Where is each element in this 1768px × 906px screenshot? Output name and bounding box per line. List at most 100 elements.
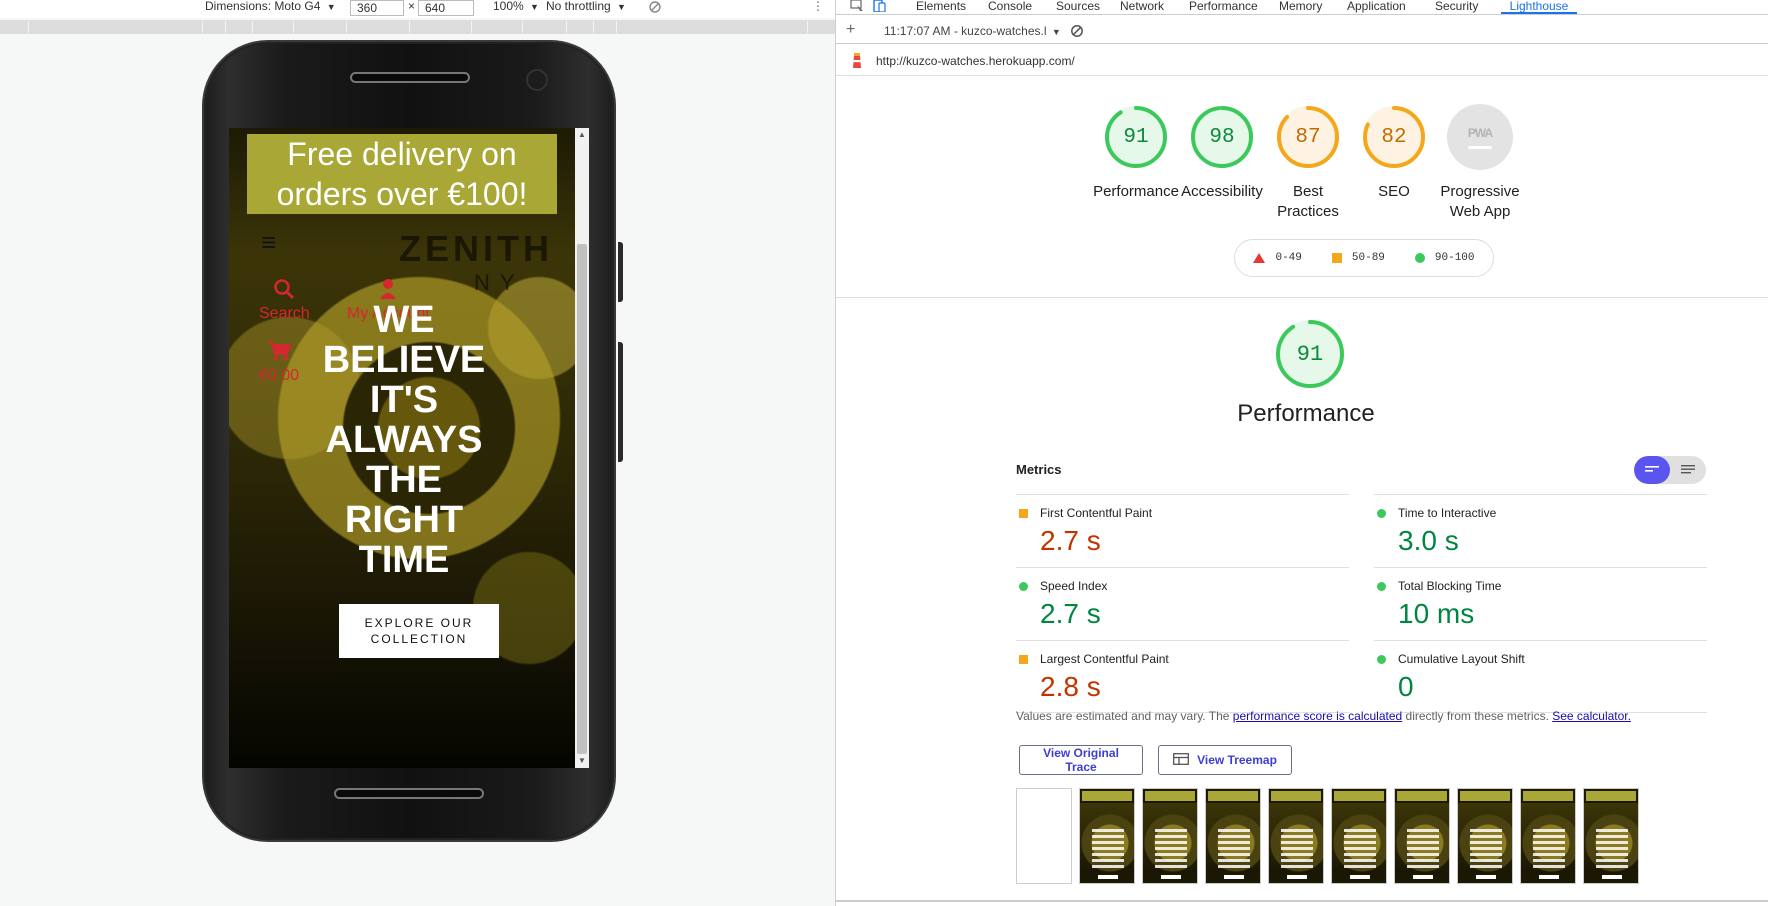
width-input[interactable] [350,0,404,16]
gauge-label: Progressive Web App [1440,183,1520,220]
device-emulation-pane: Dimensions: Moto G4 ▼ × 100% ▼ No thrott… [0,0,835,906]
device-selector[interactable]: Dimensions: Moto G4 ▼ [205,0,336,16]
metrics-view-toggle[interactable] [1634,456,1706,484]
fail-triangle-icon [1253,253,1266,263]
frame-btn [1476,875,1496,879]
gauge-progressive-web-app[interactable]: PWA Progressive Web App [1420,104,1540,222]
pass-circle-icon [1377,509,1386,518]
legend-fail-range: 0-49 [1275,252,1302,264]
new-report-plus-icon[interactable]: + [846,22,855,38]
clear-all-icon[interactable] [1070,24,1084,38]
screen-root: Dimensions: Moto G4 ▼ × 100% ▼ No thrott… [0,0,1768,906]
frame-btn [1539,875,1559,879]
frame-btn [1350,875,1370,879]
background-watch-brand-mark: ZENITH [399,228,553,269]
pass-circle-icon [1377,655,1386,664]
tab-application[interactable]: Application [1347,0,1406,14]
ruler-tick [522,21,523,33]
gauge-score: 82 [1381,125,1407,149]
rotate-icon[interactable] [648,0,662,14]
ruler-tick [28,21,29,33]
chevron-down-icon: ▼ [326,2,336,12]
legend-pass: 90-100 [1414,252,1475,264]
lighthouse-report: 91 Performance 98 Accessibility 87 Best Pract… [836,76,1768,906]
search-link[interactable]: Search [259,278,310,323]
average-square-icon [1019,655,1028,664]
performance-gauge-large[interactable]: 91 [1274,318,1346,393]
metric-value: 2.7 s [1040,598,1101,629]
gauge-score: 87 [1295,125,1321,149]
ruler-tick [807,21,808,33]
frame-text [1344,829,1376,869]
inspect-element-icon[interactable] [850,0,864,12]
shopping-cart-icon [267,340,292,367]
device-toolbar-icon[interactable] [872,0,886,13]
metric-name: First Contentful Paint [1040,506,1153,520]
media-query-ruler[interactable] [0,20,835,34]
view-original-trace-button[interactable]: View Original Trace [1019,745,1143,775]
tab-console[interactable]: Console [988,0,1032,14]
explore-collection-button[interactable]: EXPLORE OUR COLLECTION [339,604,499,658]
average-square-icon [1019,509,1028,518]
tab-network[interactable]: Network [1120,0,1164,14]
more-options-icon[interactable]: ⋮ [812,0,824,16]
frame-promo [1586,791,1636,801]
compact-view-icon[interactable] [1634,456,1670,484]
frame-btn [1224,875,1244,879]
ruler-tick [409,21,410,33]
front-camera [526,69,548,91]
device-selector-label: Dimensions: Moto G4 [205,0,321,13]
legend-average-range: 50-89 [1351,252,1385,264]
site-scrollbar[interactable]: ▲ ▼ [575,128,589,768]
frame-promo [1460,791,1510,801]
tab-sources[interactable]: Sources [1056,0,1100,14]
report-url-link[interactable]: http://kuzco-watches.herokuapp.com/ [876,54,1075,68]
frame-promo [1145,791,1195,801]
see-calculator-link[interactable]: See calculator. [1552,709,1631,723]
frame-text [1281,829,1313,869]
pass-circle-icon [1377,582,1386,591]
frame-promo [1271,791,1321,801]
website-hero: Free delivery on orders over €100! ≡ ZEN… [229,128,575,768]
tab-security[interactable]: Security [1435,0,1478,14]
scroll-down-arrow-icon[interactable]: ▼ [577,756,587,766]
average-square-icon [1331,253,1342,263]
background-watch-brand-subtitle: NY [474,270,525,295]
tab-lighthouse[interactable]: Lighthouse [1501,0,1577,14]
filmstrip-frame [1016,788,1072,884]
zoom-label: 100% [493,0,524,13]
performance-heading: Performance [1237,400,1375,427]
tab-performance[interactable]: Performance [1189,0,1258,14]
ruler-tick [566,21,567,33]
tab-memory[interactable]: Memory [1279,0,1322,14]
tab-elements[interactable]: Elements [916,0,966,14]
ruler-tick [593,21,594,33]
score-calculated-link[interactable]: performance score is calculated [1233,709,1402,723]
report-selector[interactable]: 11:17:07 AM - kuzco-watches.l ▼ [884,24,1061,38]
gauge-score: 98 [1209,125,1235,149]
scrollbar-thumb[interactable] [577,244,587,754]
legend-pass-range: 90-100 [1434,252,1475,264]
zoom-selector[interactable]: 100% ▼ [493,0,539,16]
metric-cumulative-layout-shift: Cumulative Layout Shift 0 [1374,640,1707,713]
cart-link[interactable]: €0.00 [259,340,299,385]
ruler-tick [471,21,472,33]
frame-btn [1602,875,1622,879]
frame-btn [1161,875,1181,879]
chevron-down-icon: ▼ [530,2,539,12]
ruler-tick [616,21,617,33]
scroll-up-arrow-icon[interactable]: ▲ [577,130,587,140]
metrics-disclaimer: Values are estimated and may vary. The p… [1016,709,1716,723]
height-input[interactable] [418,0,474,16]
gauge-label: Best Practices [1277,183,1339,220]
pwa-badge-bar [1468,145,1492,149]
expanded-view-icon[interactable] [1670,456,1706,484]
section-divider [836,297,1768,298]
emulated-viewport[interactable]: Free delivery on orders over €100! ≡ ZEN… [229,128,589,768]
throttling-selector[interactable]: No throttling ▼ [546,0,626,16]
hamburger-menu-icon[interactable]: ≡ [261,229,276,255]
pwa-badge-icon: PWA [1447,104,1513,170]
view-treemap-button[interactable]: View Treemap [1158,745,1292,775]
ruler-tick [346,21,347,33]
legend-fail: 0-49 [1253,252,1302,264]
